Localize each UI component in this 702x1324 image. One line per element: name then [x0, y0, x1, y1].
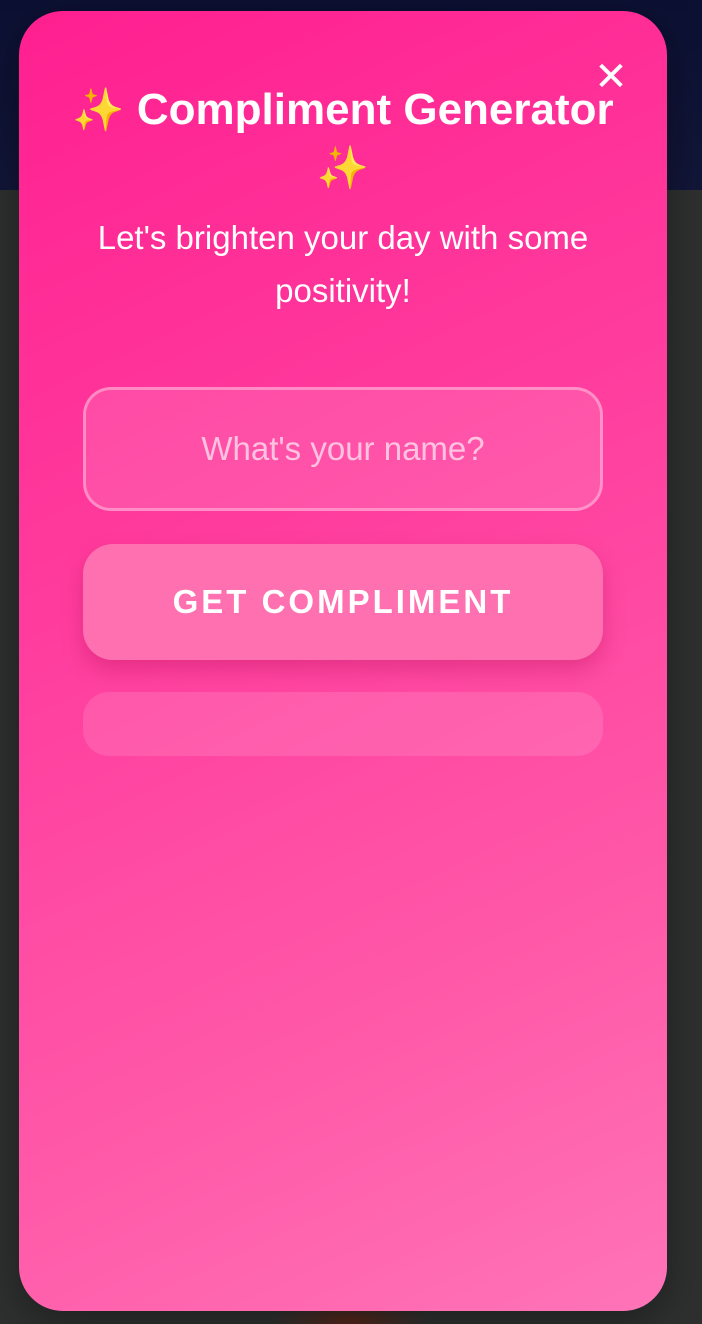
sparkles-icon: ✨ [316, 143, 370, 192]
modal-subtitle: Let's brighten your day with some positi… [97, 219, 589, 309]
sparkles-icon: ✨ [72, 85, 125, 134]
modal-title-text: Compliment Generator [136, 85, 614, 134]
compliment-generator-modal: ✕ ✨ Compliment Generator ✨ Let's brighte… [19, 11, 667, 1311]
get-compliment-button[interactable]: GET COMPLIMENT [83, 544, 603, 660]
modal-title: ✨ Compliment Generator ✨ [59, 81, 627, 197]
compliment-result [83, 692, 603, 756]
name-input[interactable] [83, 387, 603, 511]
